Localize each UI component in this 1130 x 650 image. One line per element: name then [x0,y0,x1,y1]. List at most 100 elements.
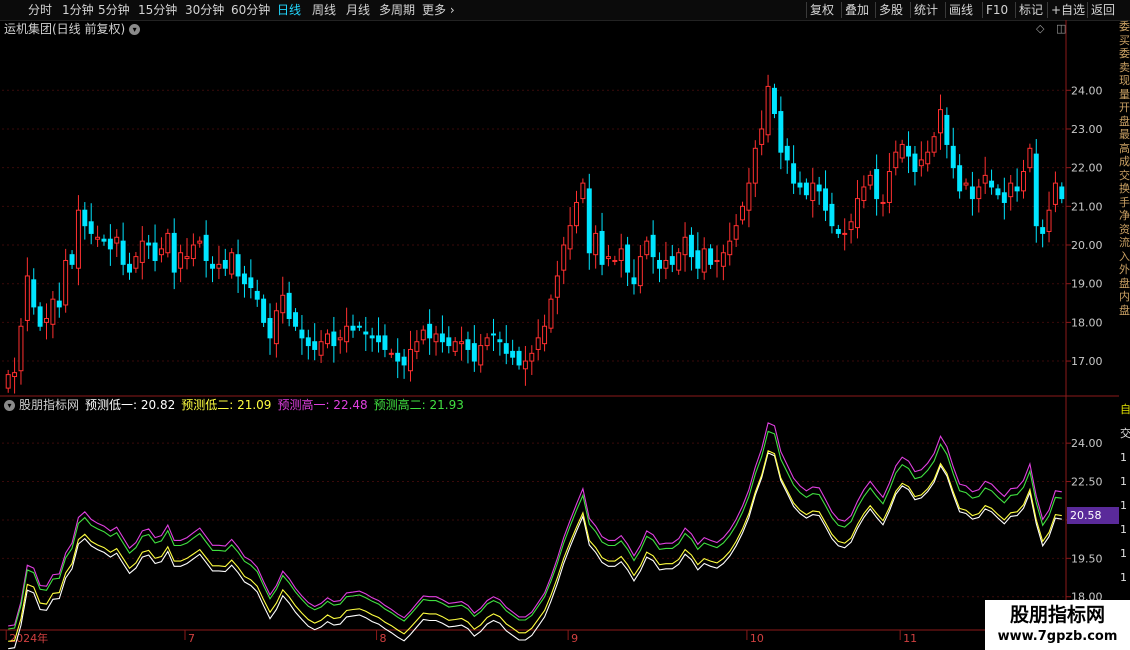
candle-body [344,325,350,343]
indicator-line-3 [8,430,1062,630]
candle-body [931,136,937,153]
candle-body [893,151,899,169]
candle-body [867,174,873,186]
chevron-down-icon[interactable]: ▾ [4,400,15,411]
candle-body [650,234,656,258]
candle-body [241,273,247,285]
candle-body [784,145,790,161]
indicator-line-2 [8,422,1062,627]
candle-body [69,254,75,265]
candle-body [733,225,739,240]
price-tick-label: 22.00 [1071,162,1103,175]
candle-body [854,198,860,229]
candle-body [1001,192,1007,203]
candle-body [835,229,841,234]
candle-body [548,298,554,329]
candle-body [95,236,101,240]
candle-body [599,230,605,265]
candle-body [497,339,503,343]
candle-body [605,256,611,260]
candle-body [203,234,209,261]
candle-body [24,275,30,321]
candle-body [682,236,688,256]
candle-body [331,331,337,347]
candle-body [995,188,1001,196]
candle-body [759,128,765,145]
candle-body [740,205,746,221]
candle-body [305,337,311,347]
candle-body [318,341,324,356]
candle-body [957,165,963,192]
candle-body [5,374,11,389]
candle-body [752,147,758,184]
candle-body [688,234,694,258]
candle-body [75,209,81,269]
candle-body [976,186,982,200]
candle-body [261,298,267,323]
candle-body [1014,186,1020,192]
candle-body [1040,227,1046,234]
window-toggle-icon[interactable]: ◫ [1056,22,1066,35]
candle-body [561,244,567,271]
candle-body [165,232,171,254]
price-tick-label: 21.00 [1071,200,1103,213]
candle-body [376,335,382,343]
candle-body [516,350,522,366]
candle-body [880,201,886,204]
candle-body [439,333,445,343]
quote-panel-edge: 委买委卖现量开盘最高成交换手净资流入外盘内盘 [1119,20,1130,317]
diamond-icon[interactable]: ◇ [1036,22,1044,35]
candle-body [746,182,752,211]
edge-char: 交 [1120,427,1130,440]
candle-body [139,240,145,263]
indicator-name: 股朋指标网 [19,398,80,412]
candle-body [235,254,241,277]
candle-body [452,341,458,352]
price-tick-label: 23.00 [1071,123,1103,136]
candle-body [727,240,733,256]
candle-body [1046,209,1052,232]
candle-body [158,248,164,256]
indicator-legend: ▾ 股朋指标网 预测低一: 20.82 预测低二: 21.09 预测高一: 22.48 预… [4,397,470,413]
candle-body [554,275,560,298]
candle-body [101,238,107,242]
candle-body [982,174,988,184]
candle-body [127,263,132,273]
candle-body [273,310,279,345]
candle-body [663,259,669,269]
indicator-tick-label: 24.00 [1071,437,1103,450]
candle-body [765,85,771,136]
candle-body [369,335,375,339]
edge-char: 1 [1120,523,1127,536]
candle-body [120,240,126,265]
chevron-down-icon[interactable]: ▾ [129,24,141,35]
candle-body [107,238,113,250]
edge-char: 自 [1120,403,1130,416]
price-tick-label: 19.00 [1071,278,1103,291]
time-tick-label: 7 [188,632,195,645]
candle-body [906,145,912,157]
candle-body [88,221,94,234]
candle-body [382,335,388,350]
candle-body [465,339,471,350]
candle-body [567,225,573,250]
candle-body [178,252,184,269]
candle-body [899,143,905,159]
candle-body [637,256,643,287]
candle-body [963,182,969,186]
candle-body [676,252,682,271]
chart-tools: ◇ ◫ [1036,22,1066,36]
candle-body [1021,171,1026,192]
current-value-tag: 20.58 [1067,507,1119,524]
watermark: 股朋指标网 www.7gpzb.com [985,600,1130,650]
candle-body [190,244,196,260]
legend-low1: 预测低一: 20.82 [85,398,176,412]
candle-body [861,186,867,202]
candle-body [1027,147,1033,169]
watermark-url: www.7gpzb.com [997,629,1118,644]
candle-body [912,153,918,173]
candle-body [874,169,880,200]
candle-body [886,171,892,203]
candle-body [944,114,950,145]
candle-body [938,109,943,134]
